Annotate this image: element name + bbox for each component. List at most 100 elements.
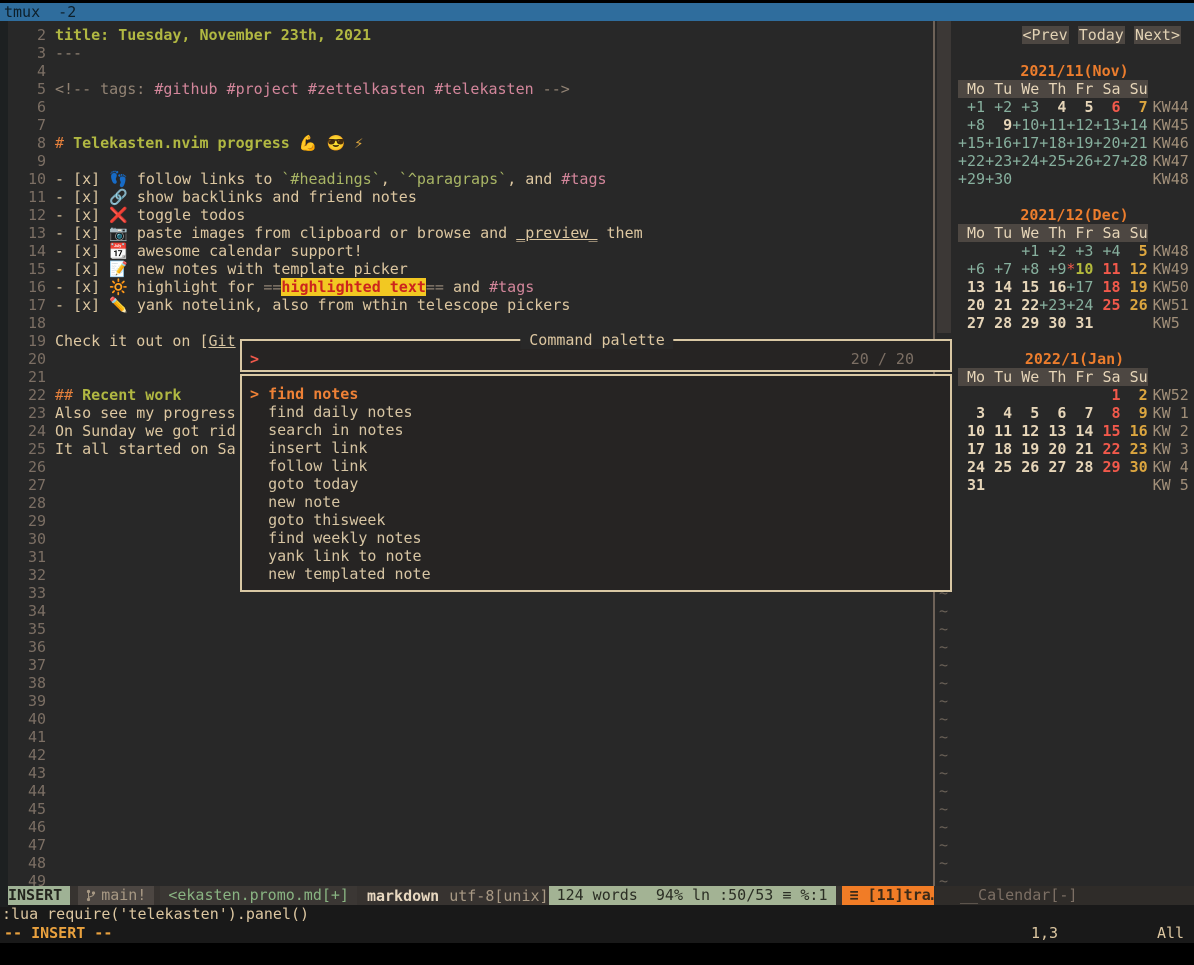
buffer-line[interactable]: 35 — [0, 620, 933, 638]
calendar-day[interactable]: +12 — [1066, 116, 1093, 134]
calendar-day[interactable]: 18 — [1093, 278, 1120, 296]
calendar-day[interactable]: 30 — [1121, 458, 1148, 476]
calendar-day[interactable]: +19 — [1066, 134, 1093, 152]
calendar-day[interactable]: 7 — [1121, 98, 1148, 116]
calendar-day[interactable]: 8 — [1093, 404, 1120, 422]
palette-item[interactable]: search in notes — [250, 421, 950, 439]
buffer-line[interactable]: 12- [x] ❌ toggle todos — [0, 206, 933, 224]
calendar-day[interactable]: 15 — [1012, 278, 1039, 296]
calendar-day[interactable]: 30 — [1039, 314, 1066, 332]
palette-item[interactable]: insert link — [250, 439, 950, 457]
calendar-day[interactable]: 13 — [1039, 422, 1066, 440]
buffer-line[interactable]: 46 — [0, 818, 933, 836]
buffer-line[interactable]: 8# Telekasten.nvim progress 💪 😎 ⚡ — [0, 134, 933, 152]
buffer-line[interactable]: 16- [x] 🔆 highlight for ==highlighted te… — [0, 278, 933, 296]
calendar-day[interactable]: +7 — [985, 260, 1012, 278]
palette-item[interactable]: yank link to note — [250, 547, 950, 565]
calendar-day[interactable]: +20 — [1093, 134, 1120, 152]
calendar-day[interactable]: 9 — [1121, 404, 1148, 422]
calendar-day[interactable]: 14 — [985, 278, 1012, 296]
calendar-day[interactable]: +30 — [985, 170, 1012, 188]
palette-item[interactable]: new note — [250, 493, 950, 511]
buffer-line[interactable]: 9 — [0, 152, 933, 170]
calendar-day[interactable]: +1 — [1012, 242, 1039, 260]
calendar-day[interactable]: 2 — [1121, 386, 1148, 404]
calendar-day[interactable]: +18 — [1039, 134, 1066, 152]
buffer-line[interactable]: 43 — [0, 764, 933, 782]
calendar-day[interactable]: 25 — [985, 458, 1012, 476]
calendar-day[interactable]: 9 — [985, 116, 1012, 134]
calendar-day[interactable]: 26 — [1121, 296, 1148, 314]
calendar-day[interactable]: +23 — [1039, 296, 1066, 314]
calendar-day[interactable]: +21 — [1121, 134, 1148, 152]
calendar-day[interactable]: 27 — [1039, 458, 1066, 476]
palette-item[interactable]: find weekly notes — [250, 529, 950, 547]
calendar-day[interactable]: +9 — [1039, 260, 1066, 278]
calendar-day[interactable]: +16 — [985, 134, 1012, 152]
buffer-line[interactable]: 13- [x] 📷 paste images from clipboard or… — [0, 224, 933, 242]
calendar-day[interactable]: 7 — [1066, 404, 1093, 422]
calendar-day[interactable]: +24 — [1012, 152, 1039, 170]
calendar-day[interactable]: +10 — [1012, 116, 1039, 134]
calendar-day[interactable]: 28 — [1066, 458, 1093, 476]
command-line[interactable]: :lua require('telekasten').panel() — [0, 905, 1194, 923]
calendar-day[interactable]: +2 — [1039, 242, 1066, 260]
calendar-day[interactable]: +17 — [1066, 278, 1093, 296]
calendar-day[interactable]: +2 — [985, 98, 1012, 116]
calendar-day[interactable]: +1 — [958, 98, 985, 116]
calendar-nav-next[interactable]: Next> — [1134, 26, 1181, 44]
buffer-line[interactable]: 41 — [0, 728, 933, 746]
calendar-day[interactable]: 29 — [1012, 314, 1039, 332]
calendar-day[interactable]: 24 — [958, 458, 985, 476]
calendar-day[interactable]: 4 — [1039, 98, 1066, 116]
buffer-line[interactable]: 6 — [0, 98, 933, 116]
calendar-day[interactable]: +13 — [1093, 116, 1120, 134]
calendar-day[interactable]: +11 — [1039, 116, 1066, 134]
buffer-line[interactable]: 45 — [0, 800, 933, 818]
calendar-day[interactable]: 31 — [1066, 314, 1093, 332]
calendar-day[interactable]: 21 — [985, 296, 1012, 314]
calendar-day[interactable]: +15 — [958, 134, 985, 152]
calendar-day[interactable]: 29 — [1093, 458, 1120, 476]
buffer-line[interactable]: 38 — [0, 674, 933, 692]
buffer-line[interactable]: 15- [x] 📝 new notes with template picker — [0, 260, 933, 278]
calendar-day[interactable]: 23 — [1121, 440, 1148, 458]
calendar-day[interactable]: 19 — [1012, 440, 1039, 458]
calendar-day[interactable]: 11 — [1093, 260, 1120, 278]
calendar-day[interactable]: +29 — [958, 170, 985, 188]
prompt-caret[interactable]: > — [250, 350, 259, 368]
buffer-line[interactable]: 36 — [0, 638, 933, 656]
buffer-line[interactable]: 17- [x] ✏️ yank notelink, also from wthi… — [0, 296, 933, 314]
calendar-day[interactable]: +8 — [1012, 260, 1039, 278]
calendar-day[interactable]: +3 — [1012, 98, 1039, 116]
calendar-day[interactable]: 17 — [958, 440, 985, 458]
buffer-line[interactable]: 18 — [0, 314, 933, 332]
calendar-day[interactable]: 21 — [1066, 440, 1093, 458]
calendar-day[interactable]: 20 — [958, 296, 985, 314]
palette-item[interactable]: goto thisweek — [250, 511, 950, 529]
calendar-day[interactable]: 15 — [1093, 422, 1120, 440]
buffer-line[interactable]: 37 — [0, 656, 933, 674]
calendar-day[interactable]: 4 — [985, 404, 1012, 422]
calendar-day[interactable]: +26 — [1066, 152, 1093, 170]
calendar-day[interactable]: +6 — [958, 260, 985, 278]
palette-item[interactable]: find daily notes — [250, 403, 950, 421]
calendar-day[interactable]: 26 — [1012, 458, 1039, 476]
calendar-day[interactable]: 1 — [1093, 386, 1120, 404]
calendar-day[interactable]: +17 — [1012, 134, 1039, 152]
calendar-day[interactable]: 12 — [1012, 422, 1039, 440]
calendar-day[interactable]: 20 — [1039, 440, 1066, 458]
calendar-day[interactable]: 25 — [1093, 296, 1120, 314]
buffer-line[interactable]: 7 — [0, 116, 933, 134]
calendar-day[interactable]: 18 — [985, 440, 1012, 458]
calendar-day[interactable]: 3 — [958, 404, 985, 422]
calendar-day[interactable]: 22 — [1012, 296, 1039, 314]
buffer-line[interactable]: 40 — [0, 710, 933, 728]
buffer-line[interactable]: 14- [x] 📆 awesome calendar support! — [0, 242, 933, 260]
calendar-day[interactable]: +24 — [1066, 296, 1093, 314]
calendar-nav-prev[interactable]: <Prev — [1022, 26, 1069, 44]
calendar-day[interactable]: +22 — [958, 152, 985, 170]
calendar-day[interactable]: +14 — [1121, 116, 1148, 134]
buffer-line[interactable]: 42 — [0, 746, 933, 764]
calendar-day[interactable]: 6 — [1039, 404, 1066, 422]
